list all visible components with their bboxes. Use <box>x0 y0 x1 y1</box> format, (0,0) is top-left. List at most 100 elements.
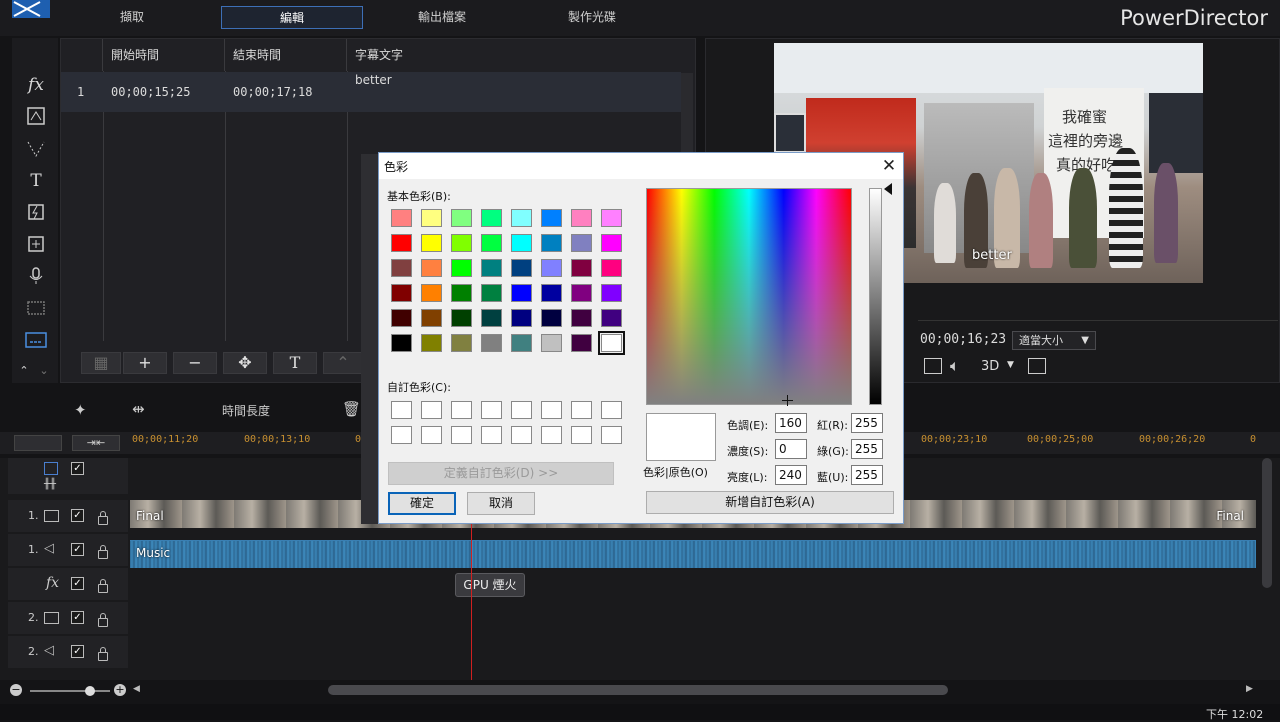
lock-icon[interactable] <box>98 647 108 661</box>
custom-color-swatch[interactable] <box>601 426 622 444</box>
fit-size-select[interactable]: 適當大小 ▼ <box>1012 331 1096 350</box>
basic-color-swatch[interactable] <box>451 209 472 227</box>
basic-color-swatch[interactable] <box>601 309 622 327</box>
basic-color-swatch[interactable] <box>571 259 592 277</box>
magic-tools-icon[interactable]: ✦ <box>74 401 87 419</box>
volume-icon[interactable]: 🔈︎ <box>950 356 960 376</box>
basic-color-swatch[interactable] <box>481 259 502 277</box>
zoom-out-icon[interactable]: − <box>10 684 22 696</box>
chapter-room-icon[interactable] <box>24 298 48 320</box>
basic-color-swatch[interactable] <box>601 209 622 227</box>
scroll-left-icon[interactable]: ◀ <box>133 684 140 694</box>
basic-color-swatch[interactable] <box>421 334 442 352</box>
zoom-slider-thumb[interactable] <box>85 686 95 696</box>
basic-color-swatch[interactable] <box>481 284 502 302</box>
basic-color-swatch[interactable] <box>451 259 472 277</box>
basic-color-swatch[interactable] <box>571 209 592 227</box>
tab-create-disc[interactable]: 製作光碟 <box>522 6 662 29</box>
preview-timecode[interactable]: 00;00;16;23 <box>920 332 1006 347</box>
subtitle-toggle-icon[interactable] <box>924 358 942 374</box>
custom-color-swatch[interactable] <box>451 401 472 419</box>
custom-color-swatch[interactable] <box>601 401 622 419</box>
basic-color-swatch[interactable] <box>541 284 562 302</box>
custom-color-swatch[interactable] <box>481 401 502 419</box>
custom-color-swatch[interactable] <box>511 401 532 419</box>
3d-mode-button[interactable]: 3D <box>981 359 999 374</box>
luminance-arrow-icon[interactable] <box>884 183 892 195</box>
merge-subtitle-icon[interactable]: ✥ <box>223 352 267 374</box>
custom-color-swatch[interactable] <box>391 426 412 444</box>
basic-color-swatch[interactable] <box>601 259 622 277</box>
split-icon[interactable]: ⇹ <box>132 400 145 418</box>
basic-color-swatch[interactable] <box>391 259 412 277</box>
lock-icon[interactable] <box>98 613 108 627</box>
basic-color-swatch[interactable] <box>541 209 562 227</box>
basic-color-swatch[interactable] <box>421 309 442 327</box>
add-subtitle-button[interactable]: + <box>123 352 167 374</box>
lock-icon[interactable] <box>98 545 108 559</box>
basic-color-swatch[interactable] <box>601 234 622 252</box>
crosshair-icon[interactable] <box>782 395 793 406</box>
basic-color-swatch[interactable] <box>451 309 472 327</box>
custom-color-swatch[interactable] <box>391 401 412 419</box>
cancel-button[interactable]: 取消 <box>467 492 535 515</box>
define-custom-colors-button[interactable]: 定義自訂色彩(D) >> <box>388 462 614 485</box>
luminance-field[interactable]: 240 <box>775 465 807 485</box>
basic-color-swatch[interactable] <box>451 284 472 302</box>
audio-clip[interactable]: Music <box>130 540 1256 568</box>
custom-color-swatch[interactable] <box>571 426 592 444</box>
chevron-down-icon[interactable]: ⌄ <box>36 360 52 382</box>
zoom-slider[interactable] <box>30 690 110 692</box>
particle-room-icon[interactable] <box>24 138 48 160</box>
close-icon[interactable]: ✕ <box>877 154 901 178</box>
basic-color-swatch[interactable] <box>421 284 442 302</box>
more-options-button[interactable]: ⌃ <box>323 352 363 374</box>
basic-color-swatch[interactable] <box>511 284 532 302</box>
basic-color-swatch[interactable] <box>511 259 532 277</box>
custom-color-swatch[interactable] <box>421 401 442 419</box>
custom-color-swatch[interactable] <box>511 426 532 444</box>
row-end-time[interactable]: 00;00;17;18 <box>233 85 312 99</box>
fit-timeline-icon[interactable]: ⇥⇤ <box>72 435 120 451</box>
fx-room-icon[interactable]: fx <box>24 74 48 96</box>
basic-color-swatch[interactable] <box>481 309 502 327</box>
basic-color-swatch[interactable] <box>481 234 502 252</box>
fx-clip[interactable]: GPU 煙火 <box>455 573 525 597</box>
basic-color-swatch[interactable] <box>598 331 625 355</box>
tab-edit[interactable]: 編輯 <box>221 6 363 29</box>
timeline-horizontal-scrollbar[interactable] <box>328 685 948 695</box>
basic-color-swatch[interactable] <box>571 334 592 352</box>
tab-capture[interactable]: 擷取 <box>62 6 202 29</box>
basic-color-swatch[interactable] <box>571 234 592 252</box>
green-field[interactable]: 255 <box>851 439 883 459</box>
storyboard-view-icon[interactable] <box>14 435 62 451</box>
trash-icon[interactable]: 🗑︎ <box>342 400 361 418</box>
duration-button[interactable]: 時間長度 <box>222 402 270 419</box>
add-custom-color-button[interactable]: 新增自訂色彩(A) <box>646 491 894 514</box>
basic-color-swatch[interactable] <box>571 284 592 302</box>
zoom-in-icon[interactable]: + <box>114 684 126 696</box>
custom-color-swatch[interactable] <box>541 401 562 419</box>
basic-color-swatch[interactable] <box>451 334 472 352</box>
basic-color-swatch[interactable] <box>391 209 412 227</box>
chevron-up-icon[interactable]: ⌃ <box>16 360 32 382</box>
track-enable-checkbox[interactable]: ✓ <box>71 577 84 590</box>
track-enable-checkbox[interactable]: ✓ <box>71 462 84 475</box>
lock-icon[interactable] <box>98 579 108 593</box>
remove-subtitle-button[interactable]: − <box>173 352 217 374</box>
text-format-button[interactable]: T <box>273 352 317 374</box>
custom-color-swatch[interactable] <box>571 401 592 419</box>
basic-color-swatch[interactable] <box>511 334 532 352</box>
lock-icon[interactable] <box>98 511 108 525</box>
color-spectrum[interactable] <box>646 188 852 405</box>
red-field[interactable]: 255 <box>851 413 883 433</box>
track-enable-checkbox[interactable]: ✓ <box>71 509 84 522</box>
timeline-vertical-scrollbar[interactable] <box>1262 458 1272 588</box>
basic-color-swatch[interactable] <box>511 209 532 227</box>
basic-color-swatch[interactable] <box>391 309 412 327</box>
blue-field[interactable]: 255 <box>851 465 883 485</box>
basic-color-swatch[interactable] <box>481 209 502 227</box>
ok-button[interactable]: 確定 <box>388 492 456 515</box>
custom-color-swatch[interactable] <box>481 426 502 444</box>
basic-color-swatch[interactable] <box>541 334 562 352</box>
